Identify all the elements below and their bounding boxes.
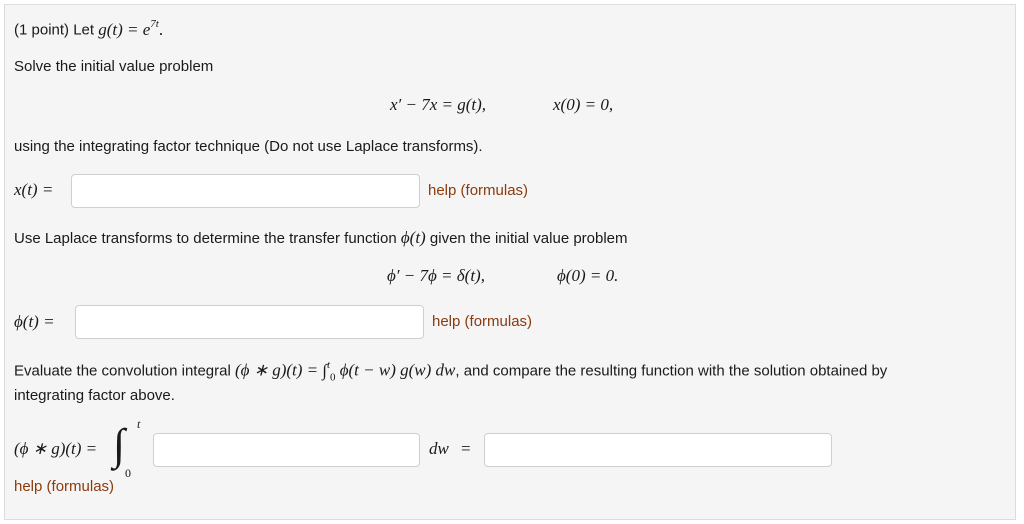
help-formulas-link-2[interactable]: help (formulas): [432, 313, 532, 330]
x-answer-input[interactable]: [71, 174, 420, 208]
inline-integral-lower: 0: [330, 371, 336, 384]
conv-integrand: ϕ(t − w) g(w) dw: [339, 360, 456, 380]
phi-answer-input[interactable]: [75, 305, 424, 339]
problem-panel: (1 point) Let g(t) = e7t. Solve the init…: [4, 4, 1016, 520]
conv-expression: (ϕ ∗ g)(t) =: [234, 360, 319, 380]
conv-text-c: integrating factor above.: [14, 387, 175, 404]
integral-lower-limit: 0: [125, 466, 131, 480]
ode-equation-2: ϕ′ − 7ϕ = δ(t),: [387, 266, 485, 285]
x-answer-label: x(t) =: [14, 180, 54, 199]
convolution-answer-label: (ϕ ∗ g)(t) =: [14, 439, 98, 458]
integral-sign: ∫: [113, 420, 126, 469]
intro-text: (1 point) Let: [14, 21, 95, 39]
conv-inline-integral: ∫t0: [322, 359, 336, 384]
dw-label: dw: [429, 439, 449, 458]
laplace-text-a: Use Laplace transforms to determine the …: [14, 230, 397, 247]
integrand-input[interactable]: [153, 433, 420, 467]
g-def-exponent: 7t: [150, 18, 159, 30]
convolution-instruction: Evaluate the convolution integral (ϕ ∗ g…: [14, 359, 888, 384]
ode-equation-1: x′ − 7x = g(t),: [390, 95, 487, 114]
solve-text: Solve the initial value problem: [14, 58, 214, 75]
g-def-end: .: [158, 19, 164, 39]
equals-sign: =: [461, 439, 471, 458]
using-text: using the integrating factor technique (…: [14, 138, 483, 155]
initial-condition-1: x(0) = 0,: [553, 95, 614, 114]
help-formulas-link-3[interactable]: help (formulas): [14, 478, 114, 495]
laplace-instruction: Use Laplace transforms to determine the …: [14, 228, 628, 248]
conv-text-b: , and compare the resulting function wit…: [455, 362, 888, 380]
integral-upper-limit: t: [137, 417, 141, 431]
inline-integral-upper: t: [326, 359, 331, 371]
phi-answer-label: ϕ(t) =: [14, 312, 55, 331]
conv-text-a: Evaluate the convolution integral: [14, 362, 231, 380]
initial-condition-2: ϕ(0) = 0.: [557, 266, 619, 285]
problem-intro: (1 point) Let g(t) = e7t.: [14, 18, 164, 40]
laplace-phi: ϕ(t): [400, 228, 426, 247]
help-formulas-link-1[interactable]: help (formulas): [428, 182, 528, 199]
g-def-lhs: g(t) = e: [98, 19, 151, 39]
convolution-result-input[interactable]: [484, 433, 832, 467]
g-definition: g(t) = e7t.: [98, 18, 164, 39]
laplace-text-b: given the initial value problem: [429, 230, 628, 247]
